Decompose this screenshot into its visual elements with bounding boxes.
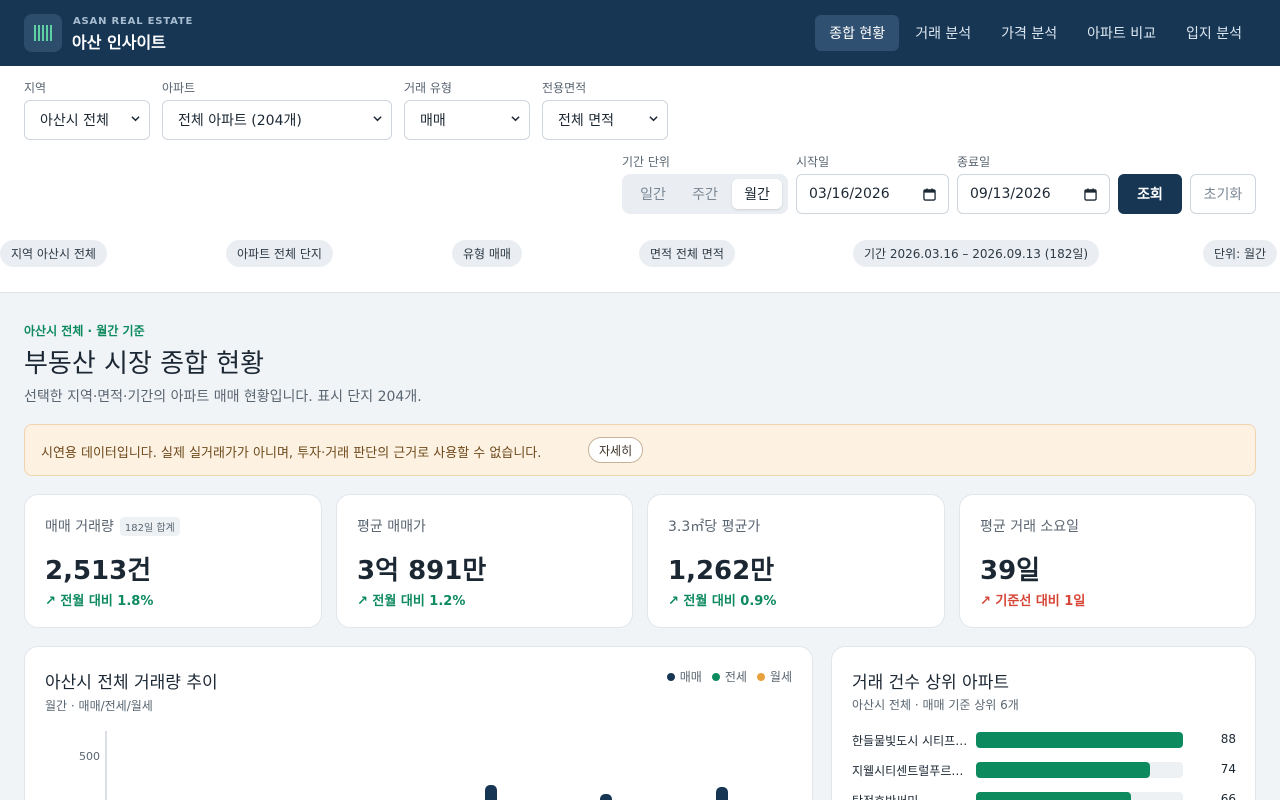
- apartment-name: 탕정호반써밋: [852, 792, 968, 800]
- kpi-label: 평균 매매가: [357, 519, 426, 535]
- logo-icon: [24, 14, 62, 52]
- top-header: ASAN REAL ESTATE 아산 인사이트 종합 현황 거래 분석 가격 …: [0, 0, 1280, 66]
- demo-data-notice: 시연용 데이터입니다. 실제 실거래가가 아니며, 투자·거래 판단의 근거로 …: [24, 424, 1256, 476]
- bar-sale: [600, 794, 612, 800]
- deal-type-label: 거래 유형: [404, 81, 452, 95]
- area-value: 전체 면적: [558, 113, 614, 129]
- y-tick-label: 500: [79, 750, 100, 763]
- calendar-icon[interactable]: [1084, 188, 1097, 201]
- kpi-label-text: 매매 거래량: [45, 519, 114, 535]
- kpi-label: 평균 거래 소요일: [980, 519, 1080, 535]
- chevron-down-icon: [131, 116, 140, 122]
- list-item[interactable]: 탕정호반써밋 66: [852, 790, 1236, 800]
- apartment-value: 전체 아파트 (204개): [178, 113, 302, 129]
- filter-chip-period: 기간 2026.03.16 – 2026.09.13 (182일): [853, 240, 1100, 267]
- kpi-value: 39일: [980, 556, 1041, 586]
- period-unit-toggle: 일간 주간 월간: [622, 174, 788, 214]
- list-item[interactable]: 지웰시티센트럴푸르지오 74: [852, 760, 1236, 782]
- apartment-select[interactable]: 전체 아파트 (204개): [162, 100, 392, 140]
- start-date-value: 03/16/2026: [809, 186, 890, 202]
- deal-type-select[interactable]: 매매: [404, 100, 530, 140]
- filter-chip-type: 유형 매매: [452, 240, 522, 267]
- notice-details-button[interactable]: 자세히: [588, 437, 644, 463]
- bar-track: [976, 792, 1183, 800]
- page-eyebrow: 아산시 전체 · 월간 기준: [24, 324, 145, 338]
- page-title: 부동산 시장 종합 현황: [24, 349, 265, 379]
- apartment-name: 지웰시티센트럴푸르지오: [852, 764, 968, 778]
- kpi-delta: ↗ 전월 대비 0.9%: [668, 594, 777, 609]
- chevron-down-icon: [511, 116, 520, 122]
- kpi-badge: 182일 합계: [119, 516, 180, 536]
- period-monthly-button[interactable]: 월간: [732, 179, 782, 209]
- top-list-title: 거래 건수 상위 아파트: [852, 673, 1009, 693]
- area-label: 전용면적: [542, 81, 587, 95]
- bar-sale: [485, 785, 497, 800]
- bar-sale: [716, 787, 728, 800]
- end-date-label: 종료일: [957, 155, 991, 169]
- apartment-name: 한들물빛도시 시티프라디움: [852, 734, 968, 748]
- kpi-card-days: 평균 거래 소요일 39일 ↗ 기준선 대비 1일: [959, 494, 1256, 628]
- kpi-label: 매매 거래량 182일 합계: [45, 516, 180, 536]
- kpi-card-pyeong-price: 3.3㎡당 평균가 1,262만 ↗ 전월 대비 0.9%: [647, 494, 945, 628]
- kpi-label: 3.3㎡당 평균가: [668, 519, 761, 535]
- chevron-down-icon: [373, 116, 382, 122]
- nav-location[interactable]: 입지 분석: [1172, 15, 1256, 51]
- start-date-label: 시작일: [796, 155, 830, 169]
- nav-overview[interactable]: 종합 현황: [815, 15, 900, 51]
- main-nav: 종합 현황 거래 분석 가격 분석 아파트 비교 입지 분석: [813, 15, 1256, 51]
- page-description: 선택한 지역·면적·기간의 아파트 매매 현황입니다. 표시 단지 204개.: [24, 389, 422, 405]
- bar-fill: [976, 732, 1183, 748]
- kpi-value: 1,262만: [668, 556, 775, 586]
- chevron-down-icon: [649, 116, 658, 122]
- kpi-delta: ↗ 전월 대비 1.2%: [357, 594, 466, 609]
- list-item[interactable]: 한들물빛도시 시티프라디움 88: [852, 730, 1236, 752]
- bar-fill: [976, 792, 1132, 800]
- filter-panel: 지역 아산시 전체 아파트 전체 아파트 (204개) 거래 유형 매매 전용면…: [0, 66, 1280, 293]
- area-select[interactable]: 전체 면적: [542, 100, 668, 140]
- period-weekly-button[interactable]: 주간: [680, 179, 730, 209]
- start-date-input[interactable]: 03/16/2026: [796, 174, 949, 214]
- deal-count: 88: [1220, 732, 1236, 746]
- kpi-card-volume: 매매 거래량 182일 합계 2,513건 ↗ 전월 대비 1.8%: [24, 494, 322, 628]
- filter-chip-apartment: 아파트 전체 단지: [226, 240, 333, 267]
- kpi-value: 3억 891만: [357, 556, 487, 586]
- end-date-input[interactable]: 09/13/2026: [957, 174, 1110, 214]
- deal-type-value: 매매: [420, 113, 446, 129]
- filter-chip-region: 지역 아산시 전체: [0, 240, 107, 267]
- kpi-card-avg-price: 평균 매매가 3억 891만 ↗ 전월 대비 1.2%: [336, 494, 633, 628]
- region-value: 아산시 전체: [40, 113, 109, 129]
- brand-title: 아산 인사이트: [72, 33, 166, 52]
- period-unit-label: 기간 단위: [622, 155, 670, 169]
- period-daily-button[interactable]: 일간: [628, 179, 678, 209]
- top-list-subtitle: 아산시 전체 · 매매 기준 상위 6개: [852, 698, 1019, 712]
- kpi-delta: ↗ 전월 대비 1.8%: [45, 594, 154, 609]
- filter-chip-area: 면적 전체 면적: [639, 240, 735, 267]
- deal-count: 74: [1220, 762, 1236, 776]
- nav-transactions[interactable]: 거래 분석: [901, 15, 985, 51]
- filter-chip-unit: 단위: 월간: [1203, 240, 1278, 267]
- volume-trend-chart: 500: [79, 731, 728, 800]
- top-apartments-card: 거래 건수 상위 아파트 아산시 전체 · 매매 기준 상위 6개 한들물빛도시…: [831, 646, 1256, 800]
- bar-track: [976, 732, 1183, 748]
- bar-fill: [976, 762, 1151, 778]
- nav-prices[interactable]: 가격 분석: [987, 15, 1071, 51]
- kpi-value: 2,513건: [45, 556, 152, 586]
- calendar-icon[interactable]: [923, 188, 936, 201]
- bar-track: [976, 762, 1183, 778]
- nav-compare[interactable]: 아파트 비교: [1073, 15, 1170, 51]
- brand-subtitle: ASAN REAL ESTATE: [73, 16, 194, 27]
- apartment-label: 아파트: [162, 81, 196, 95]
- end-date-value: 09/13/2026: [970, 186, 1051, 202]
- notice-text: 시연용 데이터입니다. 실제 실거래가가 아니며, 투자·거래 판단의 근거로 …: [41, 446, 542, 461]
- volume-trend-card: 아산시 전체 거래량 추이 월간 · 매매/전세/월세 매매 전세 월세 500: [24, 646, 813, 800]
- region-select[interactable]: 아산시 전체: [24, 100, 150, 140]
- reset-button[interactable]: 초기화: [1190, 174, 1256, 214]
- deal-count: 66: [1220, 792, 1236, 800]
- search-button[interactable]: 조회: [1118, 174, 1182, 214]
- region-label: 지역: [24, 81, 47, 95]
- kpi-delta: ↗ 기준선 대비 1일: [980, 594, 1086, 609]
